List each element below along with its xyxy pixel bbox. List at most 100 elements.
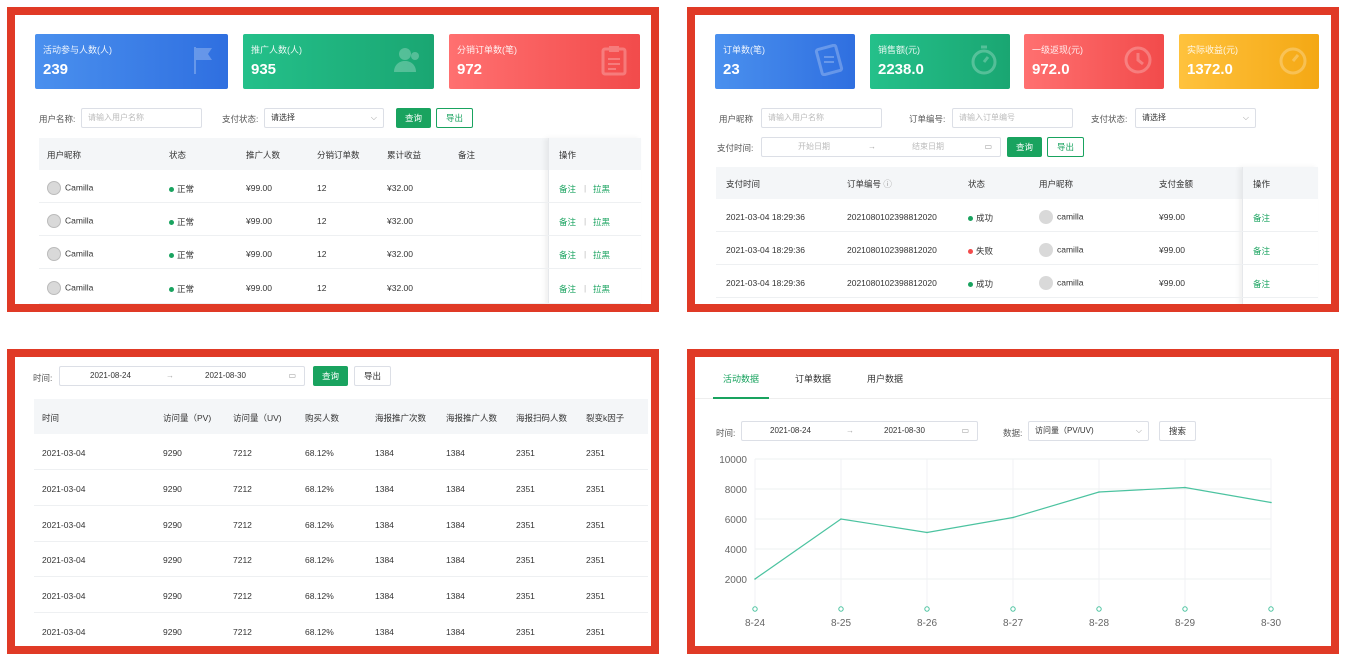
x-axis-marker <box>1096 606 1102 612</box>
column-header: 访问量（PV) <box>163 413 212 423</box>
block-link[interactable]: 拉黑 <box>593 249 610 261</box>
info-icon[interactable]: ⓘ <box>883 179 892 189</box>
stat-card-promoters: 推广人数(人) 935 <box>243 34 434 89</box>
export-button[interactable]: 导出 <box>354 366 391 386</box>
data-point <box>926 531 928 534</box>
y-tick-label: 8000 <box>725 485 748 496</box>
select-value: 访问量（PV/UV) <box>1035 426 1094 435</box>
distribution-panel: 活动参与人数(人) 239 推广人数(人) 935 分销订单数(笔) 972 用… <box>7 7 659 312</box>
x-tick-label: 8-30 <box>1261 618 1281 629</box>
column-header: 支付时间 <box>726 179 761 189</box>
amount-cell: ¥99.00 <box>1159 245 1185 255</box>
chart-panel: 活动数据 订单数据 用户数据 时间: 2021-08-24 → 2021-08-… <box>687 349 1339 654</box>
table-cell: 1384 <box>375 519 394 530</box>
tab-activity-data[interactable]: 活动数据 <box>723 372 759 385</box>
avatar <box>47 281 61 295</box>
column-header: 用户昵称 <box>47 150 82 160</box>
status-text: 成功 <box>976 279 994 289</box>
table-cell: 2351 <box>516 555 535 566</box>
order-number-cell: 2021080102398812020 <box>847 245 937 255</box>
promo-cell: ¥99.00 <box>246 249 272 259</box>
stat-card-income: 实际收益(元) 1372.0 <box>1179 34 1319 89</box>
table-cell: 2351 <box>586 519 605 530</box>
search-button[interactable]: 搜索 <box>1159 421 1196 441</box>
user-name-label: 用户名称: <box>39 114 76 124</box>
status-cell: 正常 <box>169 283 194 295</box>
table-cell: 7212 <box>233 519 252 530</box>
tab-order-data[interactable]: 订单数据 <box>795 372 831 385</box>
table-cell: 68.12% <box>305 555 334 566</box>
nickname-input[interactable]: 请输入用户名称 <box>761 108 882 128</box>
user-name: Camilla <box>65 182 94 193</box>
column-header: 海报扫码人数 <box>516 413 568 423</box>
column-header: 访问量（UV) <box>233 413 282 423</box>
note-link[interactable]: 备注 <box>1253 212 1270 224</box>
pay-time-range[interactable]: 开始日期 → 结束日期 ▭ <box>761 137 1001 157</box>
tab-bar: 活动数据 订单数据 用户数据 <box>695 357 1331 399</box>
note-link[interactable]: 备注 <box>559 216 576 228</box>
calendar-icon: ▭ <box>288 371 296 380</box>
table-cell: 7212 <box>233 555 252 566</box>
table-cell: 1384 <box>446 448 465 458</box>
block-link[interactable]: 拉黑 <box>593 183 610 195</box>
block-link[interactable]: 拉黑 <box>593 216 610 228</box>
data-point <box>1184 486 1186 489</box>
export-button[interactable]: 导出 <box>436 108 473 128</box>
y-tick-label: 6000 <box>725 515 748 526</box>
status-cell: 成功 <box>968 212 993 224</box>
time-label: 时间: <box>716 428 736 438</box>
status-text: 正常 <box>177 284 195 294</box>
note-link[interactable]: 备注 <box>559 249 576 261</box>
table-cell: 1384 <box>375 448 394 458</box>
order-number-input[interactable]: 请输入订单编号 <box>952 108 1073 128</box>
amount-cell: ¥99.00 <box>1159 212 1185 222</box>
select-value: 请选择 <box>1142 113 1166 122</box>
line-chart: 10000 8000 6000 4000 2000 8-24 8-25 8-26 8-27 8-2… <box>719 455 1281 629</box>
pay-status-select[interactable]: 请选择 ⌵ <box>1135 108 1256 128</box>
note-link[interactable]: 备注 <box>559 183 576 195</box>
flag-icon <box>194 47 212 74</box>
table-row: 2021-03-04 9290 7212 68.12% 1384 1384 2351 2351 <box>34 613 648 646</box>
user-cell: camilla <box>1039 243 1083 257</box>
user-name-input[interactable]: 请输入用户名称 <box>81 108 202 128</box>
stat-card-cashback: 一级返现(元) 972.0 <box>1024 34 1164 89</box>
table-row: 2021-03-04 9290 7212 68.12% 1384 1384 2351 2351 <box>34 434 648 470</box>
status-cell: 正常 <box>169 216 194 228</box>
column-header: 订单编号 ⓘ <box>847 178 892 190</box>
date-range-input[interactable]: 2021-08-24 → 2021-08-30 ▭ <box>741 421 978 441</box>
start-date: 2021-08-24 <box>90 371 131 380</box>
column-header: 时间 <box>42 413 60 423</box>
date-range-input[interactable]: 2021-08-24 → 2021-08-30 ▭ <box>59 366 305 386</box>
orders-cell: 12 <box>317 216 327 226</box>
query-button[interactable]: 查询 <box>396 108 431 128</box>
table-row: Camilla 正常 ¥99.00 12 ¥32.00 备注 | 拉黑 <box>39 269 641 304</box>
column-header: 支付金额 <box>1159 179 1194 189</box>
table-cell: 7212 <box>233 483 252 494</box>
note-link[interactable]: 备注 <box>1253 278 1270 290</box>
status-cell: 正常 <box>169 249 194 261</box>
note-link[interactable]: 备注 <box>1253 245 1270 257</box>
user-name: Camilla <box>65 248 94 259</box>
pay-status-select[interactable]: 请选择 ⌵ <box>264 108 384 128</box>
column-label: 订单编号 <box>847 179 882 189</box>
data-label: 数据: <box>1003 428 1023 438</box>
query-button[interactable]: 查询 <box>313 366 348 386</box>
table-row: 2021-03-04 9290 7212 68.12% 1384 1384 2351 2351 <box>34 541 648 578</box>
data-metric-select[interactable]: 访问量（PV/UV) ⌵ <box>1028 421 1149 441</box>
x-axis-marker <box>1182 606 1188 612</box>
block-link[interactable]: 拉黑 <box>593 283 610 295</box>
stat-card-sales: 销售额(元) 2238.0 <box>870 34 1010 89</box>
column-header: 累计收益 <box>387 150 422 160</box>
tab-user-data[interactable]: 用户数据 <box>867 372 903 385</box>
table-row: 2021-03-04 9290 7212 68.12% 1384 1384 2351 2351 <box>34 506 648 542</box>
start-date: 开始日期 <box>798 142 830 151</box>
note-link[interactable]: 备注 <box>559 283 576 295</box>
table-cell: 1384 <box>375 483 394 494</box>
query-button[interactable]: 查询 <box>1007 137 1042 157</box>
income-cell: ¥32.00 <box>387 283 413 293</box>
income-cell: ¥32.00 <box>387 249 413 259</box>
y-tick-label: 4000 <box>725 545 748 556</box>
export-button[interactable]: 导出 <box>1047 137 1084 157</box>
user-cell: Camilla <box>47 247 93 261</box>
status-text: 成功 <box>976 213 994 223</box>
